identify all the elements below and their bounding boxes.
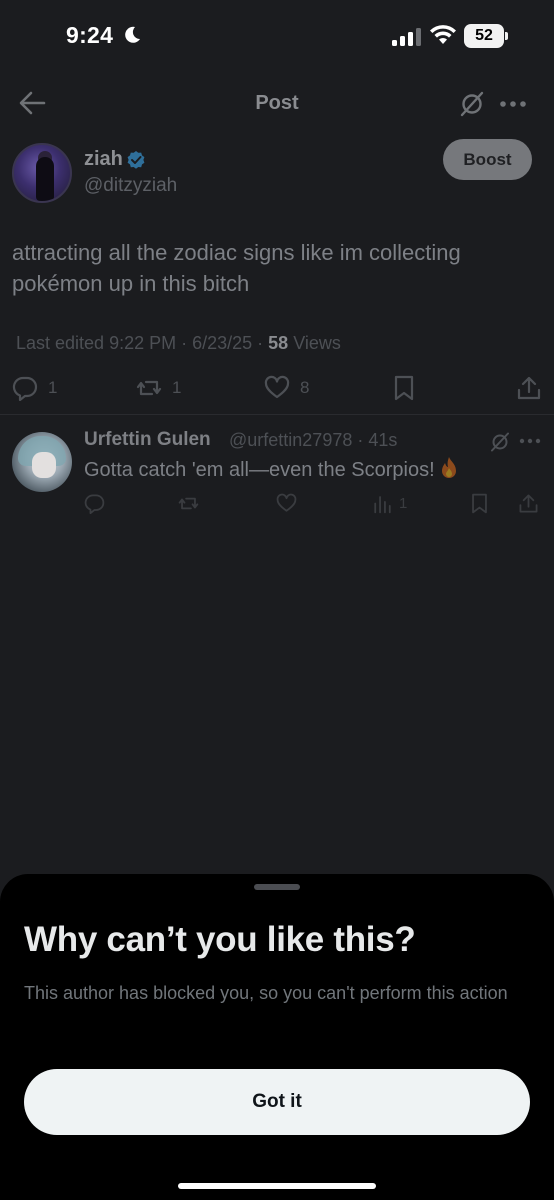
reply-action[interactable]: 1 bbox=[12, 370, 57, 406]
views-count: 58 bbox=[268, 333, 289, 353]
grok-icon[interactable] bbox=[458, 90, 486, 118]
views-chart-icon bbox=[374, 495, 391, 513]
boost-button[interactable]: Boost bbox=[443, 139, 532, 180]
post-meta: Last edited 9:22 PM · 6/23/25 · 58 Views bbox=[16, 333, 341, 354]
share-icon bbox=[517, 376, 541, 400]
sheet-drag-handle[interactable] bbox=[254, 884, 300, 890]
repost-icon bbox=[178, 497, 199, 509]
top-nav-bar: Post bbox=[0, 72, 554, 134]
status-time: 9:24 bbox=[66, 22, 114, 48]
reply-grok-icon[interactable] bbox=[489, 431, 511, 453]
reply-repost-action[interactable] bbox=[178, 490, 199, 516]
like-count: 8 bbox=[300, 378, 310, 397]
reply-views-count: 1 bbox=[399, 494, 408, 512]
post-text: attracting all the zodiac signs like im … bbox=[12, 240, 461, 296]
reply-reply-action[interactable] bbox=[84, 490, 105, 516]
reply-views-action[interactable]: 1 bbox=[372, 490, 407, 516]
moon-icon bbox=[125, 26, 140, 43]
author-avatar[interactable] bbox=[12, 143, 72, 203]
battery-indicator: 52 bbox=[464, 24, 508, 48]
post-actions: 1 1 8 bbox=[0, 370, 554, 406]
reply-more-options-icon[interactable] bbox=[518, 431, 542, 451]
verified-badge-icon bbox=[127, 151, 145, 169]
reply-author-avatar[interactable] bbox=[12, 432, 72, 492]
fire-emoji-icon bbox=[441, 457, 456, 478]
heart-icon bbox=[264, 375, 290, 399]
cellular-signal-icon bbox=[392, 28, 421, 46]
screen: 9:24 52 Post ziah @ditzyziah Boost attra… bbox=[0, 0, 554, 1200]
reply-author-handle[interactable]: @urfettin27978 · 41s bbox=[229, 430, 397, 451]
bookmark-icon bbox=[394, 375, 414, 401]
home-indicator[interactable] bbox=[178, 1183, 376, 1189]
status-bar: 9:24 52 bbox=[0, 0, 554, 70]
divider bbox=[0, 414, 554, 415]
reply-like-action[interactable] bbox=[276, 490, 297, 516]
repost-action[interactable]: 1 bbox=[136, 370, 181, 406]
reply-author-name[interactable]: Urfettin Gulen bbox=[84, 429, 211, 451]
more-options-icon[interactable] bbox=[498, 91, 528, 117]
edited-timestamp[interactable]: Last edited 9:22 PM · 6/23/25 · bbox=[16, 333, 268, 353]
bookmark-icon bbox=[472, 493, 487, 513]
views-label: Views bbox=[288, 333, 341, 353]
battery-level: 52 bbox=[475, 27, 493, 44]
battery-tip bbox=[505, 32, 508, 40]
reply-text-line: Gotta catch 'em all—even the Scorpios! bbox=[84, 456, 459, 482]
reply-text: Gotta catch 'em all—even the Scorpios! bbox=[84, 459, 435, 481]
reply-count: 1 bbox=[48, 378, 58, 397]
avatar-figure bbox=[36, 157, 54, 201]
reply-icon bbox=[12, 376, 38, 401]
sheet-message: This author has blocked you, so you can'… bbox=[24, 983, 508, 1003]
got-it-button[interactable]: Got it bbox=[24, 1069, 530, 1135]
like-action[interactable]: 8 bbox=[264, 370, 309, 406]
bottom-sheet: Why can’t you like this? This author has… bbox=[0, 874, 554, 1200]
bookmark-action[interactable] bbox=[391, 370, 417, 406]
repost-icon bbox=[136, 380, 162, 396]
reply-bookmark-action[interactable] bbox=[469, 490, 490, 516]
heart-icon bbox=[276, 493, 297, 512]
author-handle[interactable]: @ditzyziah bbox=[84, 175, 177, 197]
reply-actions: 1 bbox=[0, 490, 554, 516]
sheet-title: Why can’t you like this? bbox=[24, 920, 416, 959]
share-icon bbox=[519, 494, 538, 512]
author-name[interactable]: ziah bbox=[84, 148, 123, 171]
reply-share-action[interactable] bbox=[518, 490, 539, 516]
repost-count: 1 bbox=[172, 378, 182, 397]
wifi-icon bbox=[430, 25, 456, 44]
avatar-face bbox=[32, 452, 56, 478]
share-action[interactable] bbox=[516, 370, 542, 406]
reply-icon bbox=[84, 494, 105, 514]
